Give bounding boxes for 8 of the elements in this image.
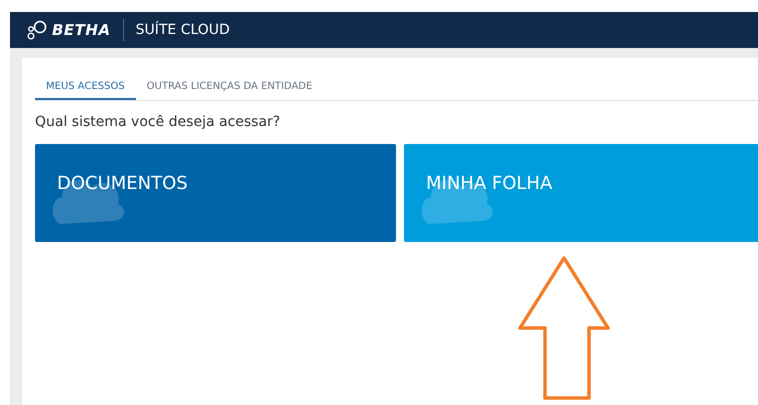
prompt-text: Qual sistema você deseja acessar?	[35, 114, 282, 130]
logo-icon	[26, 20, 48, 40]
tab[interactable]: OUTRAS LICENÇAS DA ENTIDADE	[136, 74, 324, 100]
system-tile[interactable]: MINHA FOLHA	[404, 144, 758, 242]
tab[interactable]: MEUS ACESSOS	[35, 74, 136, 100]
product-name: SUÍTE CLOUD	[136, 22, 230, 38]
brand-name: BETHA	[52, 21, 111, 39]
system-tile[interactable]: DOCUMENTOS	[35, 144, 396, 242]
